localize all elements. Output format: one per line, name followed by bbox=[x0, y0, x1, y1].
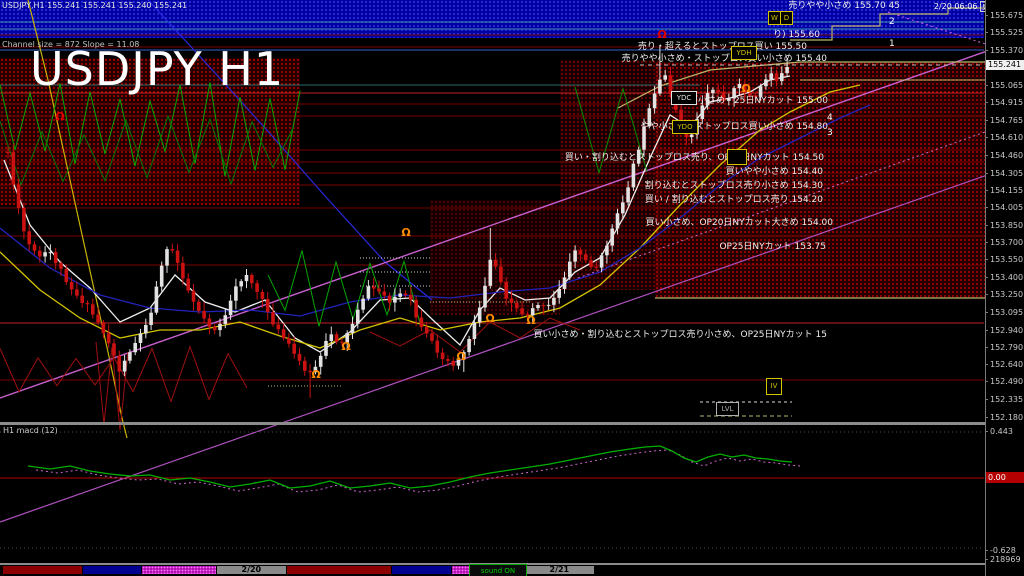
price-axis-label: 153.700 bbox=[990, 238, 1023, 247]
session-segment bbox=[3, 566, 82, 574]
price-axis-label: 154.155 bbox=[990, 186, 1023, 195]
price-annotation-0: 売りやや小さめ 155.70 45 bbox=[788, 0, 900, 11]
mt4-chart-window: USDJPY,H1 155.241 155.241 155.240 155.24… bbox=[0, 0, 1024, 576]
macd-axis-min: -0.628 bbox=[990, 546, 1016, 555]
price-axis-label: 155.370 bbox=[990, 46, 1023, 55]
price-axis-label: 153.250 bbox=[990, 290, 1023, 299]
macd-current-value-tag: 0.00 bbox=[986, 472, 1024, 483]
price-axis-label: 152.790 bbox=[990, 343, 1023, 352]
price-axis-label: 154.915 bbox=[990, 98, 1023, 107]
price-axis-label: 153.850 bbox=[990, 221, 1023, 230]
sound-toggle-button[interactable]: sound ON bbox=[469, 564, 527, 576]
session-segment bbox=[142, 566, 216, 574]
price-axis-label: 152.640 bbox=[990, 360, 1023, 369]
price-axis-label: 155.675 bbox=[990, 11, 1023, 20]
price-axis-label: 152.180 bbox=[990, 413, 1023, 422]
session-segment bbox=[392, 566, 451, 574]
timeline-date-label: 2/21 bbox=[550, 565, 570, 574]
current-price-tag: 155.241 bbox=[986, 60, 1024, 70]
price-axis-label: 153.095 bbox=[990, 308, 1023, 317]
price-axis-label: 152.940 bbox=[990, 326, 1023, 335]
price-axis-label: 154.460 bbox=[990, 151, 1023, 160]
price-axis-label: 152.490 bbox=[990, 377, 1023, 386]
session-segment bbox=[83, 566, 141, 574]
price-axis-label: 153.550 bbox=[990, 255, 1023, 264]
updated-time: 2/20 06:06 bbox=[934, 2, 978, 11]
price-axis-label: 154.005 bbox=[990, 203, 1023, 212]
price-axis-label: 154.610 bbox=[990, 133, 1023, 142]
chart-area[interactable] bbox=[0, 12, 984, 422]
price-axis-label: 155.525 bbox=[990, 28, 1023, 37]
price-axis-label: 152.335 bbox=[990, 395, 1023, 404]
timeline-date-label: 2/20 bbox=[242, 565, 262, 574]
session-segment bbox=[287, 566, 391, 574]
price-axis-label: 154.765 bbox=[990, 116, 1023, 125]
price-axis-label: 153.400 bbox=[990, 273, 1023, 282]
symbol-ohlc-readout: USDJPY,H1 155.241 155.241 155.240 155.24… bbox=[2, 1, 187, 10]
macd-axis-extra: 218969 bbox=[990, 555, 1021, 564]
macd-axis-max: 0.443 bbox=[990, 427, 1013, 436]
price-axis[interactable]: 155.675 155.525 155.370 155.065 154.915 154.7… bbox=[985, 0, 1024, 576]
price-axis-label: 155.065 bbox=[990, 81, 1023, 90]
indicator-pane-area[interactable] bbox=[0, 425, 984, 563]
price-axis-label: 154.305 bbox=[990, 169, 1023, 178]
